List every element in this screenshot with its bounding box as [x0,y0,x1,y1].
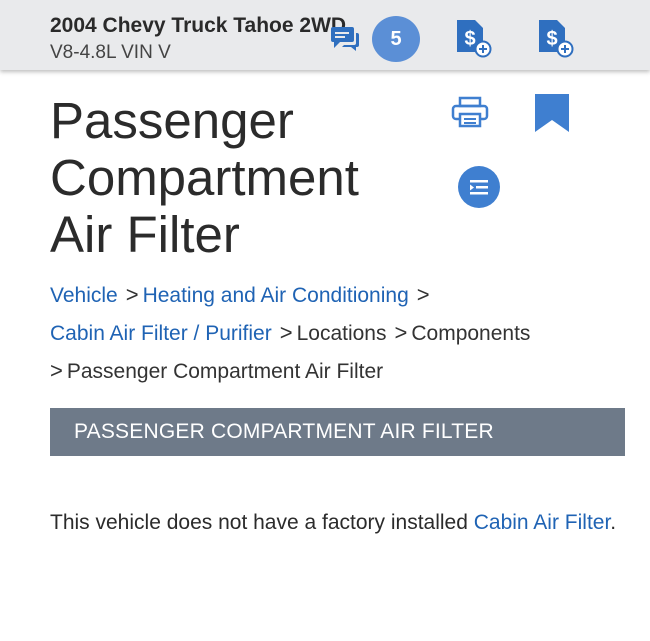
dollar-add-icon[interactable]: $ [455,18,493,58]
section-heading: PASSENGER COMPARTMENT AIR FILTER [50,408,625,456]
content-text: This vehicle does not have a factory ins… [50,511,474,534]
breadcrumb-separator: > [50,358,63,383]
printer-icon[interactable] [451,96,489,128]
bookmark-icon[interactable] [533,93,571,133]
page-title-line-2: Compartment [50,149,359,206]
page-title-line-3: Air Filter [50,206,240,263]
chat-icon[interactable] [330,24,360,52]
breadcrumb-vehicle[interactable]: Vehicle [50,284,118,307]
vehicle-title[interactable]: 2004 Chevy Truck Tahoe 2WD [50,14,346,38]
breadcrumb-separator: > [394,320,408,345]
breadcrumb: Vehicle > Heating and Air Conditioning > Ca… [50,276,630,390]
breadcrumb-separator: > [125,282,139,307]
top-bar: 2004 Chevy Truck Tahoe 2WD V8-4.8L VIN V… [0,0,650,70]
breadcrumb-cabin-air-filter[interactable]: Cabin Air Filter / Purifier [50,322,272,345]
page-title: Passenger Compartment Air Filter [50,92,440,263]
breadcrumb-components: Components [411,322,531,345]
outline-icon[interactable] [458,166,500,208]
breadcrumb-row-1: Vehicle > Heating and Air Conditioning > [50,276,630,314]
breadcrumb-heating-ac[interactable]: Heating and Air Conditioning [143,284,409,307]
breadcrumb-locations: Locations [296,322,387,345]
notification-badge[interactable]: 5 [372,16,420,62]
content-paragraph: This vehicle does not have a factory ins… [50,506,625,539]
cabin-air-filter-link[interactable]: Cabin Air Filter [474,511,611,534]
breadcrumb-separator: > [416,282,430,307]
breadcrumb-row-2: Cabin Air Filter / Purifier > Locations > Co… [50,314,630,352]
page-title-line-1: Passenger [50,92,294,149]
vehicle-subtitle: V8-4.8L VIN V [50,42,171,63]
svg-text:$: $ [546,28,557,50]
svg-text:$: $ [464,28,475,50]
breadcrumb-separator: > [279,320,293,345]
breadcrumb-row-3: > Passenger Compartment Air Filter [50,352,630,390]
breadcrumb-current: Passenger Compartment Air Filter [66,360,384,383]
content-text-end: . [610,511,617,534]
dollar-add-icon-secondary[interactable]: $ [537,18,575,58]
